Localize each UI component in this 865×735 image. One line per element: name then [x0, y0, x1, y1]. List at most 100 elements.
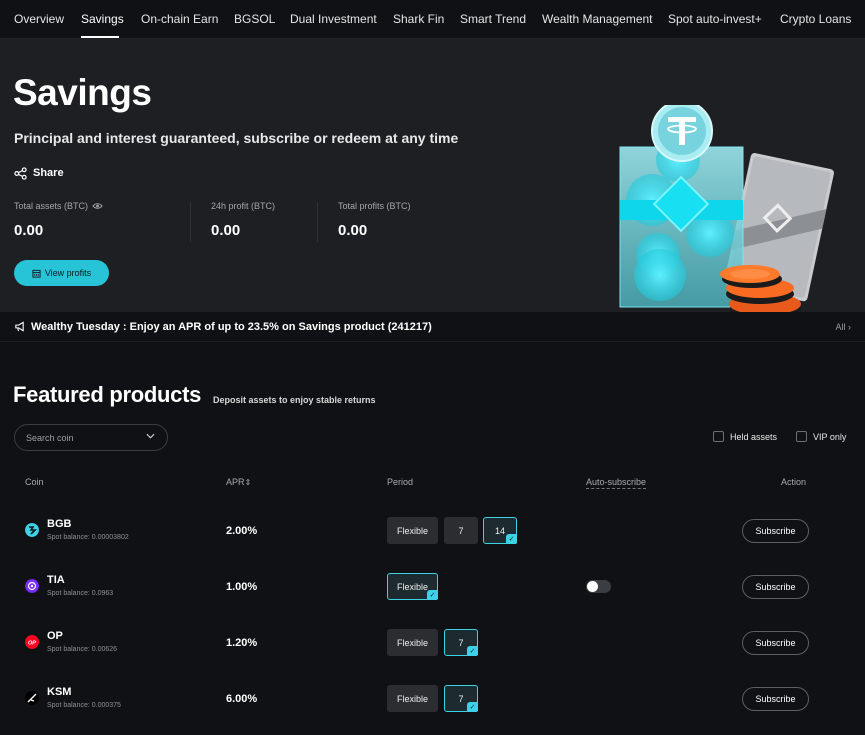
period-flexible[interactable]: Flexible: [387, 685, 438, 712]
op-coin-icon: OP: [25, 635, 39, 649]
checkbox-box[interactable]: [796, 431, 807, 442]
divider: [190, 202, 191, 242]
tab-spot-auto-invest[interactable]: Spot auto-invest+: [668, 12, 762, 26]
held-assets-label: Held assets: [730, 431, 778, 442]
tab-wealth-management[interactable]: Wealth Management: [542, 12, 653, 26]
held-assets-checkbox[interactable]: Held assets: [713, 431, 777, 442]
period-label: 14: [494, 525, 505, 536]
subscribe-button[interactable]: Subscribe: [742, 687, 809, 711]
apr-value: 6.00%: [226, 693, 258, 705]
chevron-down-icon: [146, 433, 155, 439]
period-7-selected[interactable]: 7 ✓: [444, 629, 478, 656]
tab-crypto-loans[interactable]: Crypto Loans: [780, 12, 851, 26]
stat-value: 0.00: [338, 222, 368, 239]
sort-icon[interactable]: ⇕: [245, 478, 252, 487]
calendar-icon: [32, 269, 41, 278]
eye-icon[interactable]: [92, 202, 103, 210]
period-label: 7: [458, 637, 464, 648]
hero-banner: Savings Principal and interest guarantee…: [0, 39, 865, 321]
period-label: Flexible: [396, 525, 428, 536]
view-profits-button[interactable]: View profits: [14, 260, 109, 286]
svg-text:OP: OP: [28, 640, 36, 646]
stat-label: 24h profit (BTC): [211, 201, 276, 211]
period-label: 7: [458, 525, 464, 536]
megaphone-icon: [15, 321, 24, 332]
period-label: 7: [458, 693, 464, 704]
coin-name: KSM: [47, 686, 72, 698]
auto-subscribe-toggle[interactable]: [586, 580, 611, 593]
coin-balance: Spot balance: 0.00003802: [47, 534, 129, 541]
tab-smart-trend[interactable]: Smart Trend: [460, 12, 526, 26]
top-nav: Overview Savings On-chain Earn BGSOL Dua…: [0, 0, 865, 39]
period-label: Flexible: [396, 637, 428, 648]
subscribe-button[interactable]: Subscribe: [742, 575, 809, 599]
apr-value: 2.00%: [226, 525, 258, 537]
table-row: KSM Spot balance: 0.000375 6.00% Flexibl…: [0, 671, 865, 727]
tab-shark-fin[interactable]: Shark Fin: [393, 12, 444, 26]
tab-savings[interactable]: Savings: [81, 12, 124, 26]
period-7[interactable]: 7: [444, 517, 478, 544]
stat-total-profits: Total profits (BTC) 0.00: [338, 201, 411, 239]
tab-bgsol[interactable]: BGSOL: [234, 12, 275, 26]
active-tab-indicator: [81, 36, 119, 38]
search-placeholder: Search coin: [26, 432, 74, 443]
period-flexible[interactable]: Flexible: [387, 517, 438, 544]
subscribe-button[interactable]: Subscribe: [742, 631, 809, 655]
announcement-text: Wealthy Tuesday : Enjoy an APR of up to …: [31, 321, 432, 333]
vip-only-label: VIP only: [813, 431, 847, 442]
stat-24h-profit: 24h profit (BTC) 0.00: [211, 201, 275, 239]
check-icon: ✓: [467, 702, 478, 712]
table-row: BGB Spot balance: 0.00003802 2.00% Flexi…: [0, 503, 865, 559]
share-icon: [14, 166, 27, 180]
subscribe-label: Subscribe: [755, 582, 796, 592]
check-icon: ✓: [427, 590, 438, 600]
tia-coin-icon: [25, 579, 39, 593]
period-flexible[interactable]: Flexible: [387, 629, 438, 656]
subscribe-button[interactable]: Subscribe: [742, 519, 809, 543]
table-row: OP OP Spot balance: 0.00626 1.20% Flexib…: [0, 615, 865, 671]
apr-value: 1.20%: [226, 637, 258, 649]
stat-value: 0.00: [211, 222, 241, 239]
savings-illustration: [619, 105, 834, 321]
coin-balance: Spot balance: 0.000375: [47, 702, 121, 709]
subscribe-label: Subscribe: [755, 638, 796, 648]
subscribe-label: Subscribe: [755, 694, 796, 704]
period-label: Flexible: [396, 581, 428, 592]
share-button[interactable]: Share: [14, 165, 64, 181]
announcement-bar[interactable]: Wealthy Tuesday : Enjoy an APR of up to …: [0, 312, 865, 342]
vip-only-checkbox[interactable]: VIP only: [796, 431, 846, 442]
coin-name: TIA: [47, 574, 65, 586]
period-flexible-selected[interactable]: Flexible ✓: [387, 573, 438, 600]
tab-dual-investment[interactable]: Dual Investment: [290, 12, 377, 26]
coin-balance: Spot balance: 0.0963: [47, 590, 114, 597]
page-subtitle: Principal and interest guaranteed, subsc…: [14, 130, 459, 146]
coin-balance: Spot balance: 0.00626: [47, 646, 118, 653]
column-header-coin: Coin: [25, 477, 44, 487]
apr-value: 1.00%: [226, 581, 258, 593]
coin-name: OP: [47, 630, 63, 642]
search-coin-select[interactable]: Search coin: [14, 424, 168, 451]
section-title: Featured products: [13, 382, 202, 407]
tab-on-chain-earn[interactable]: On-chain Earn: [141, 12, 218, 26]
period-label: Flexible: [396, 693, 428, 704]
all-label: All: [835, 322, 846, 332]
tab-overview[interactable]: Overview: [14, 12, 64, 26]
divider: [317, 202, 318, 242]
subscribe-label: Subscribe: [755, 526, 796, 536]
page-title: Savings: [13, 72, 152, 113]
ksm-coin-icon: [25, 691, 39, 705]
period-14-selected[interactable]: 14 ✓: [483, 517, 517, 544]
checkbox-box[interactable]: [713, 431, 724, 442]
coin-name: BGB: [47, 518, 72, 530]
section-subtitle: Deposit assets to enjoy stable returns: [213, 395, 376, 405]
bgb-coin-icon: [25, 523, 39, 537]
period-7-selected[interactable]: 7 ✓: [444, 685, 478, 712]
stat-total-assets: Total assets (BTC) 0.00: [14, 201, 103, 239]
column-header-period: Period: [387, 477, 414, 487]
view-profits-label: View profits: [44, 268, 92, 278]
column-header-apr[interactable]: APR⇕: [226, 477, 251, 487]
announcement-all-link[interactable]: All ›: [835, 322, 851, 332]
check-icon: ✓: [467, 646, 478, 656]
stat-label: Total profits (BTC): [338, 201, 411, 211]
column-header-action: Action: [781, 477, 807, 487]
